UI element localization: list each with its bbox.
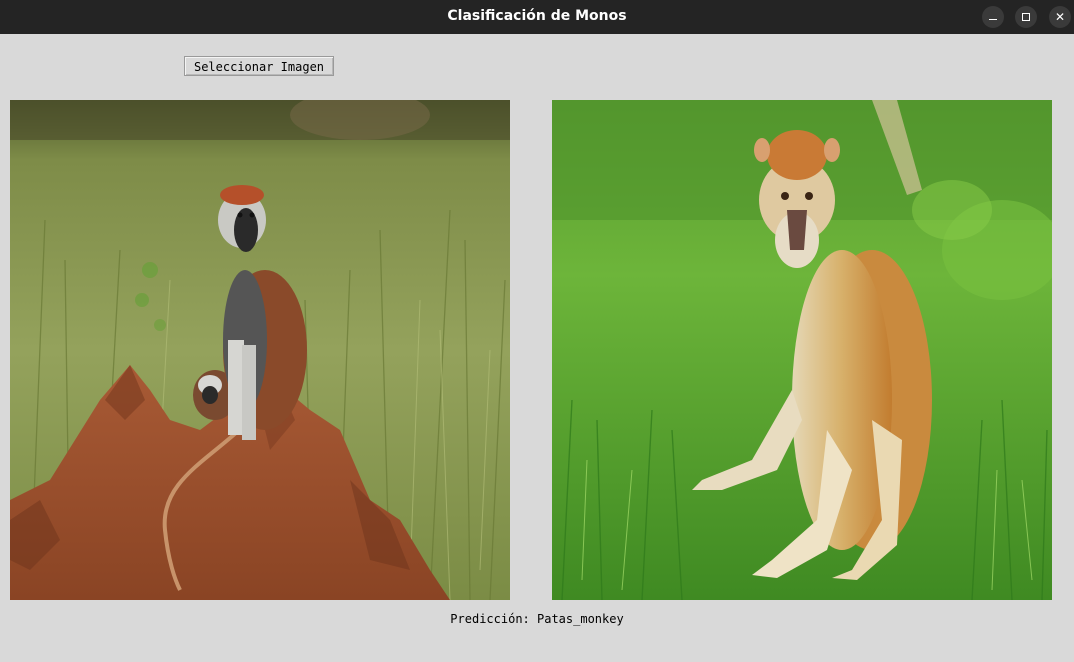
- monkey-on-mound-picture: [10, 100, 510, 600]
- processed-image: [552, 100, 1052, 600]
- original-image: [10, 100, 510, 600]
- close-button[interactable]: ✕: [1049, 6, 1071, 28]
- monkey-on-grass-picture: [552, 100, 1052, 600]
- prediction-label: Predicción: Patas_monkey: [450, 612, 624, 626]
- close-icon: ✕: [1054, 10, 1066, 24]
- title-bar[interactable]: Clasificación de Monos ✕: [0, 0, 1074, 34]
- app-window: Clasificación de Monos ✕ Seleccionar Ima…: [0, 0, 1074, 662]
- maximize-button[interactable]: [1015, 6, 1037, 28]
- select-image-button[interactable]: Seleccionar Imagen: [184, 56, 334, 76]
- minimize-button[interactable]: [982, 6, 1004, 28]
- maximize-icon: [1022, 13, 1030, 21]
- window-title: Clasificación de Monos: [447, 8, 627, 24]
- minimize-icon: [989, 19, 997, 20]
